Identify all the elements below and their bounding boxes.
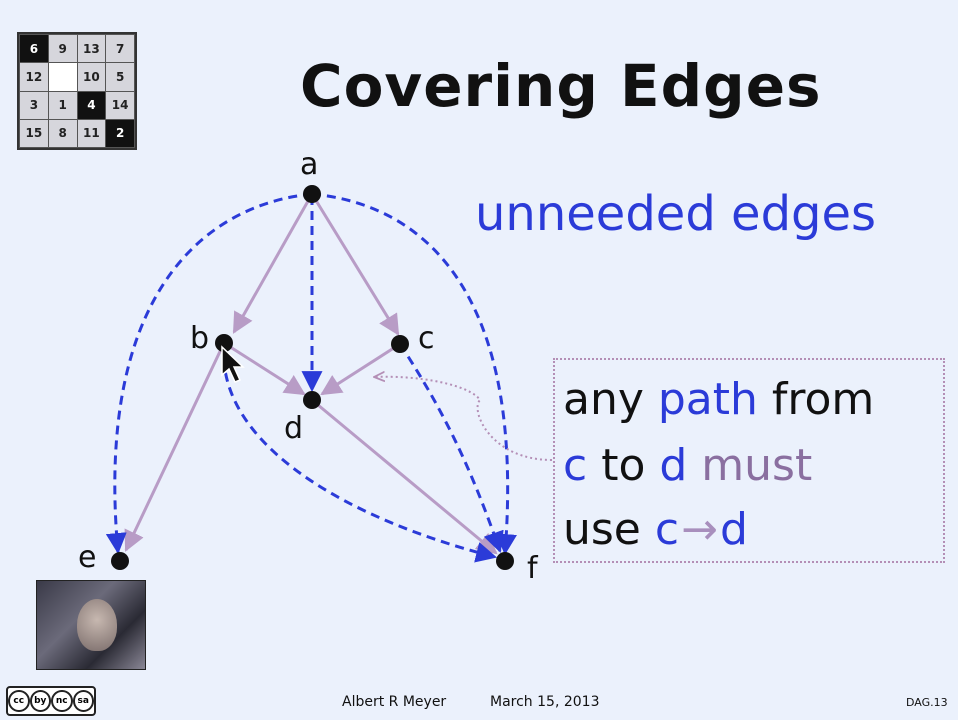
edge-b-d — [223, 341, 306, 396]
callout-text-must: must — [687, 440, 813, 491]
callout-text: from — [757, 374, 875, 425]
nc-icon: nc — [51, 690, 73, 712]
node-label-f: f — [527, 551, 539, 586]
node-label-c: c — [418, 321, 435, 356]
node-d — [303, 391, 321, 409]
node-f — [496, 552, 514, 570]
callout-text-c: c — [654, 504, 680, 555]
node-label-d: d — [284, 411, 303, 446]
sa-icon: sa — [72, 690, 94, 712]
node-e — [111, 552, 129, 570]
presenter-webcam-image — [36, 580, 146, 670]
callout-pointer — [374, 377, 553, 461]
right-arrow-icon: → — [681, 504, 718, 555]
callout-text-path: path — [657, 374, 758, 425]
edge-c-f-unneeded — [398, 343, 504, 553]
node-a — [303, 185, 321, 203]
node-label-a: a — [300, 147, 318, 182]
slide: 6 9 13 7 12 10 5 3 1 4 14 15 8 11 2 Cove… — [0, 0, 958, 720]
callout-text-d: d — [659, 440, 688, 491]
edge-a-f-unneeded — [311, 192, 517, 556]
creative-commons-license-icon: cc by nc sa — [6, 686, 96, 716]
callout-line-1: any path from — [563, 374, 874, 425]
edge-c-d — [320, 342, 401, 396]
callout-text: any — [563, 374, 658, 425]
presenter-face — [77, 599, 117, 651]
callout-text: use — [563, 504, 655, 555]
edge-d-f — [311, 398, 498, 555]
edge-b-e — [124, 342, 226, 552]
edge-b-f-unneeded — [222, 342, 498, 563]
footer-date: March 15, 2013 — [490, 694, 600, 710]
callout-text-c: c — [563, 440, 588, 491]
callout-line-3: use c→d — [563, 504, 748, 555]
by-icon: by — [29, 690, 51, 712]
callout-text-d: d — [719, 504, 748, 555]
cc-icon: cc — [8, 690, 30, 712]
node-label-b: b — [190, 321, 209, 356]
callout-box: any path from c to d must use c→d — [553, 358, 945, 563]
footer-author: Albert R Meyer — [342, 694, 447, 710]
footer-slide-id: DAG.13 — [906, 696, 948, 709]
callout-line-2: c to d must — [563, 440, 812, 491]
callout-text: to — [587, 440, 660, 491]
node-c — [391, 335, 409, 353]
node-label-e: e — [78, 540, 96, 575]
edge-a-b — [232, 193, 314, 334]
